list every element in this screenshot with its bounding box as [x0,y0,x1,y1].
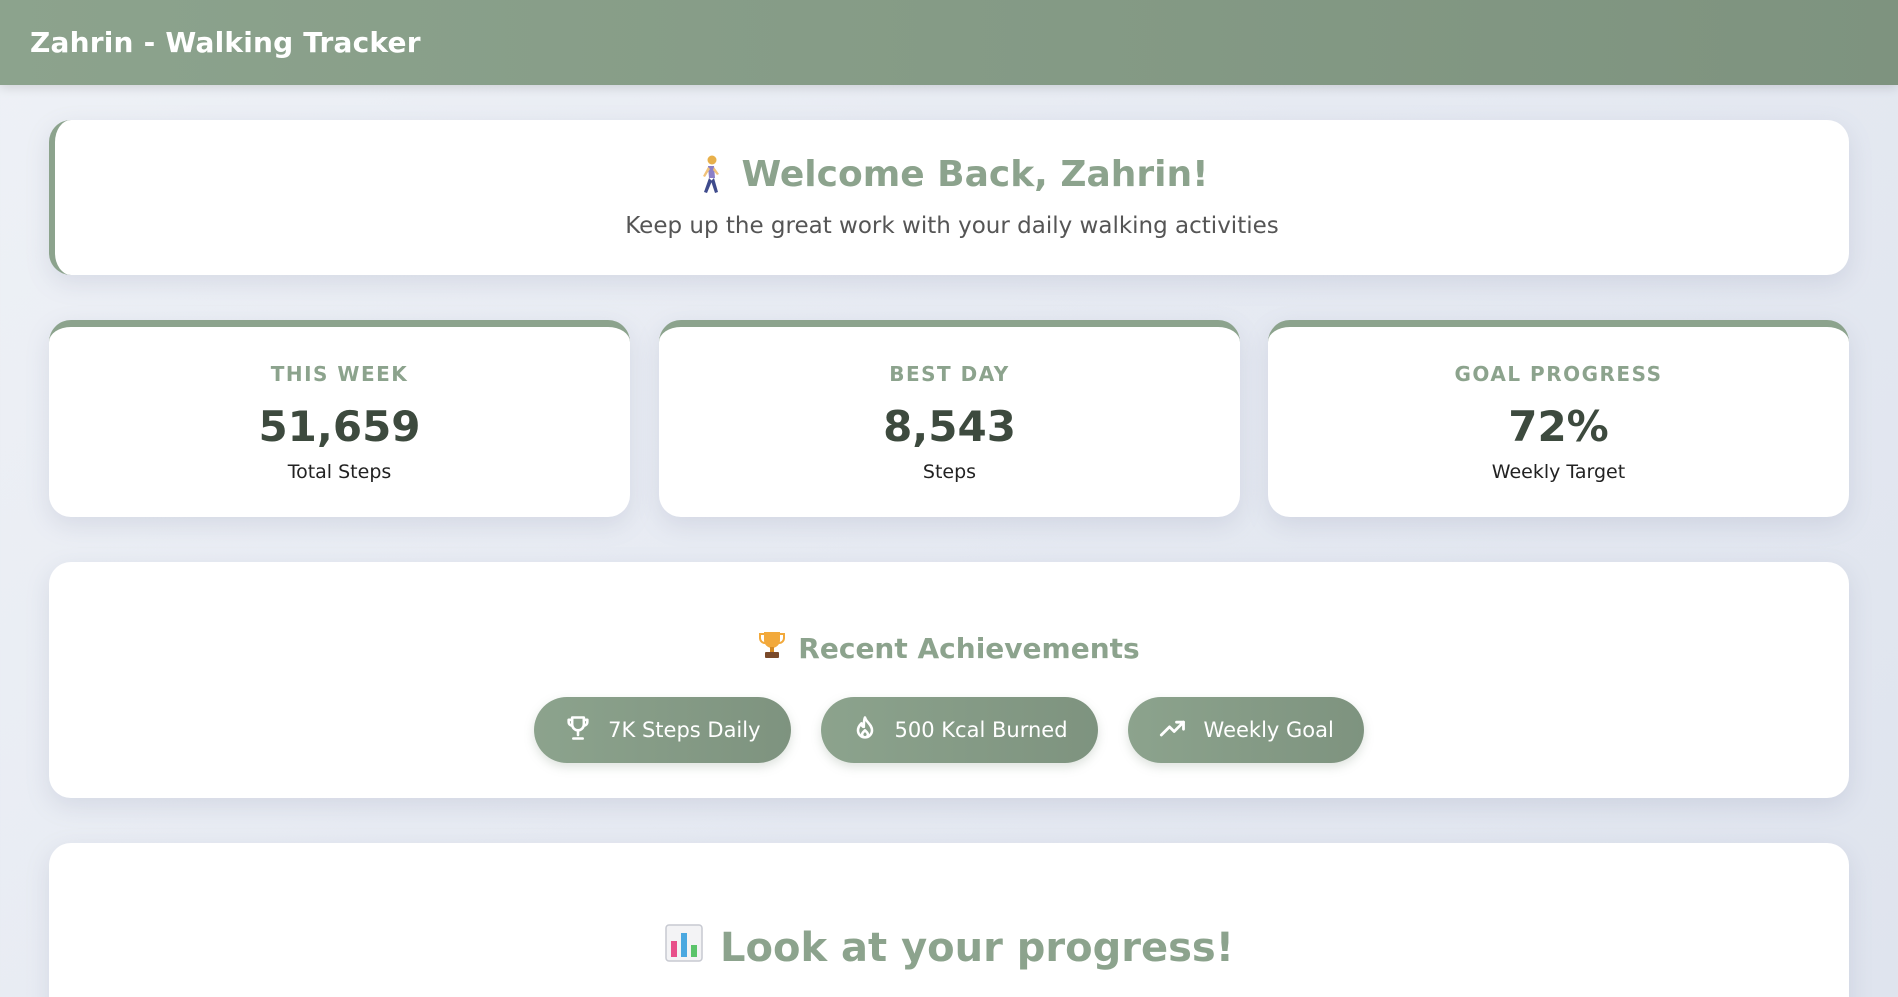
progress-heading: Look at your progress! [49,923,1849,973]
stat-label: BEST DAY [889,362,1010,386]
trophy-icon [758,630,786,667]
welcome-subtitle: Keep up the great work with your daily w… [625,213,1279,239]
flame-icon [851,714,879,747]
achievement-badges: 7K Steps Daily 500 Kcal Burned Weekly Go… [49,697,1849,763]
badge-7k-steps[interactable]: 7K Steps Daily [534,697,791,763]
app-title: Zahrin - Walking Tracker [30,26,421,59]
achievements-card: Recent Achievements 7K Steps Daily 500 K… [49,562,1849,798]
stat-value: 8,543 [883,402,1016,451]
stat-value: 72% [1508,402,1609,451]
progress-card: Look at your progress! [49,843,1849,997]
achievements-heading: Recent Achievements [49,630,1849,667]
person-walking-icon [695,155,725,195]
stat-caption: Steps [922,461,977,483]
stat-label: GOAL PROGRESS [1454,362,1663,386]
welcome-heading: Welcome Back, Zahrin! [55,154,1849,195]
trophy-outline-icon [564,714,592,747]
badge-label: Weekly Goal [1203,718,1334,742]
trending-up-icon [1158,714,1188,747]
badge-500-kcal[interactable]: 500 Kcal Burned [820,697,1098,763]
top-navbar: Zahrin - Walking Tracker [0,0,1898,85]
bar-chart-icon [664,923,704,973]
badge-label: 7K Steps Daily [608,718,761,742]
welcome-card: Welcome Back, Zahrin! Keep up the great … [49,120,1849,275]
badge-weekly-goal[interactable]: Weekly Goal [1127,697,1364,763]
badge-label: 500 Kcal Burned [894,718,1068,742]
stat-label: THIS WEEK [270,362,409,386]
stat-value: 51,659 [258,402,421,451]
stat-card-this-week: THIS WEEK 51,659 Total Steps [49,320,630,517]
achievements-title: Recent Achievements [798,632,1140,665]
stat-caption: Total Steps [287,461,392,483]
stat-card-best-day: BEST DAY 8,543 Steps [659,320,1240,517]
stat-caption: Weekly Target [1491,461,1626,483]
stat-card-goal-progress: GOAL PROGRESS 72% Weekly Target [1268,320,1849,517]
progress-title: Look at your progress! [720,925,1234,971]
welcome-title: Welcome Back, Zahrin! [741,154,1209,195]
